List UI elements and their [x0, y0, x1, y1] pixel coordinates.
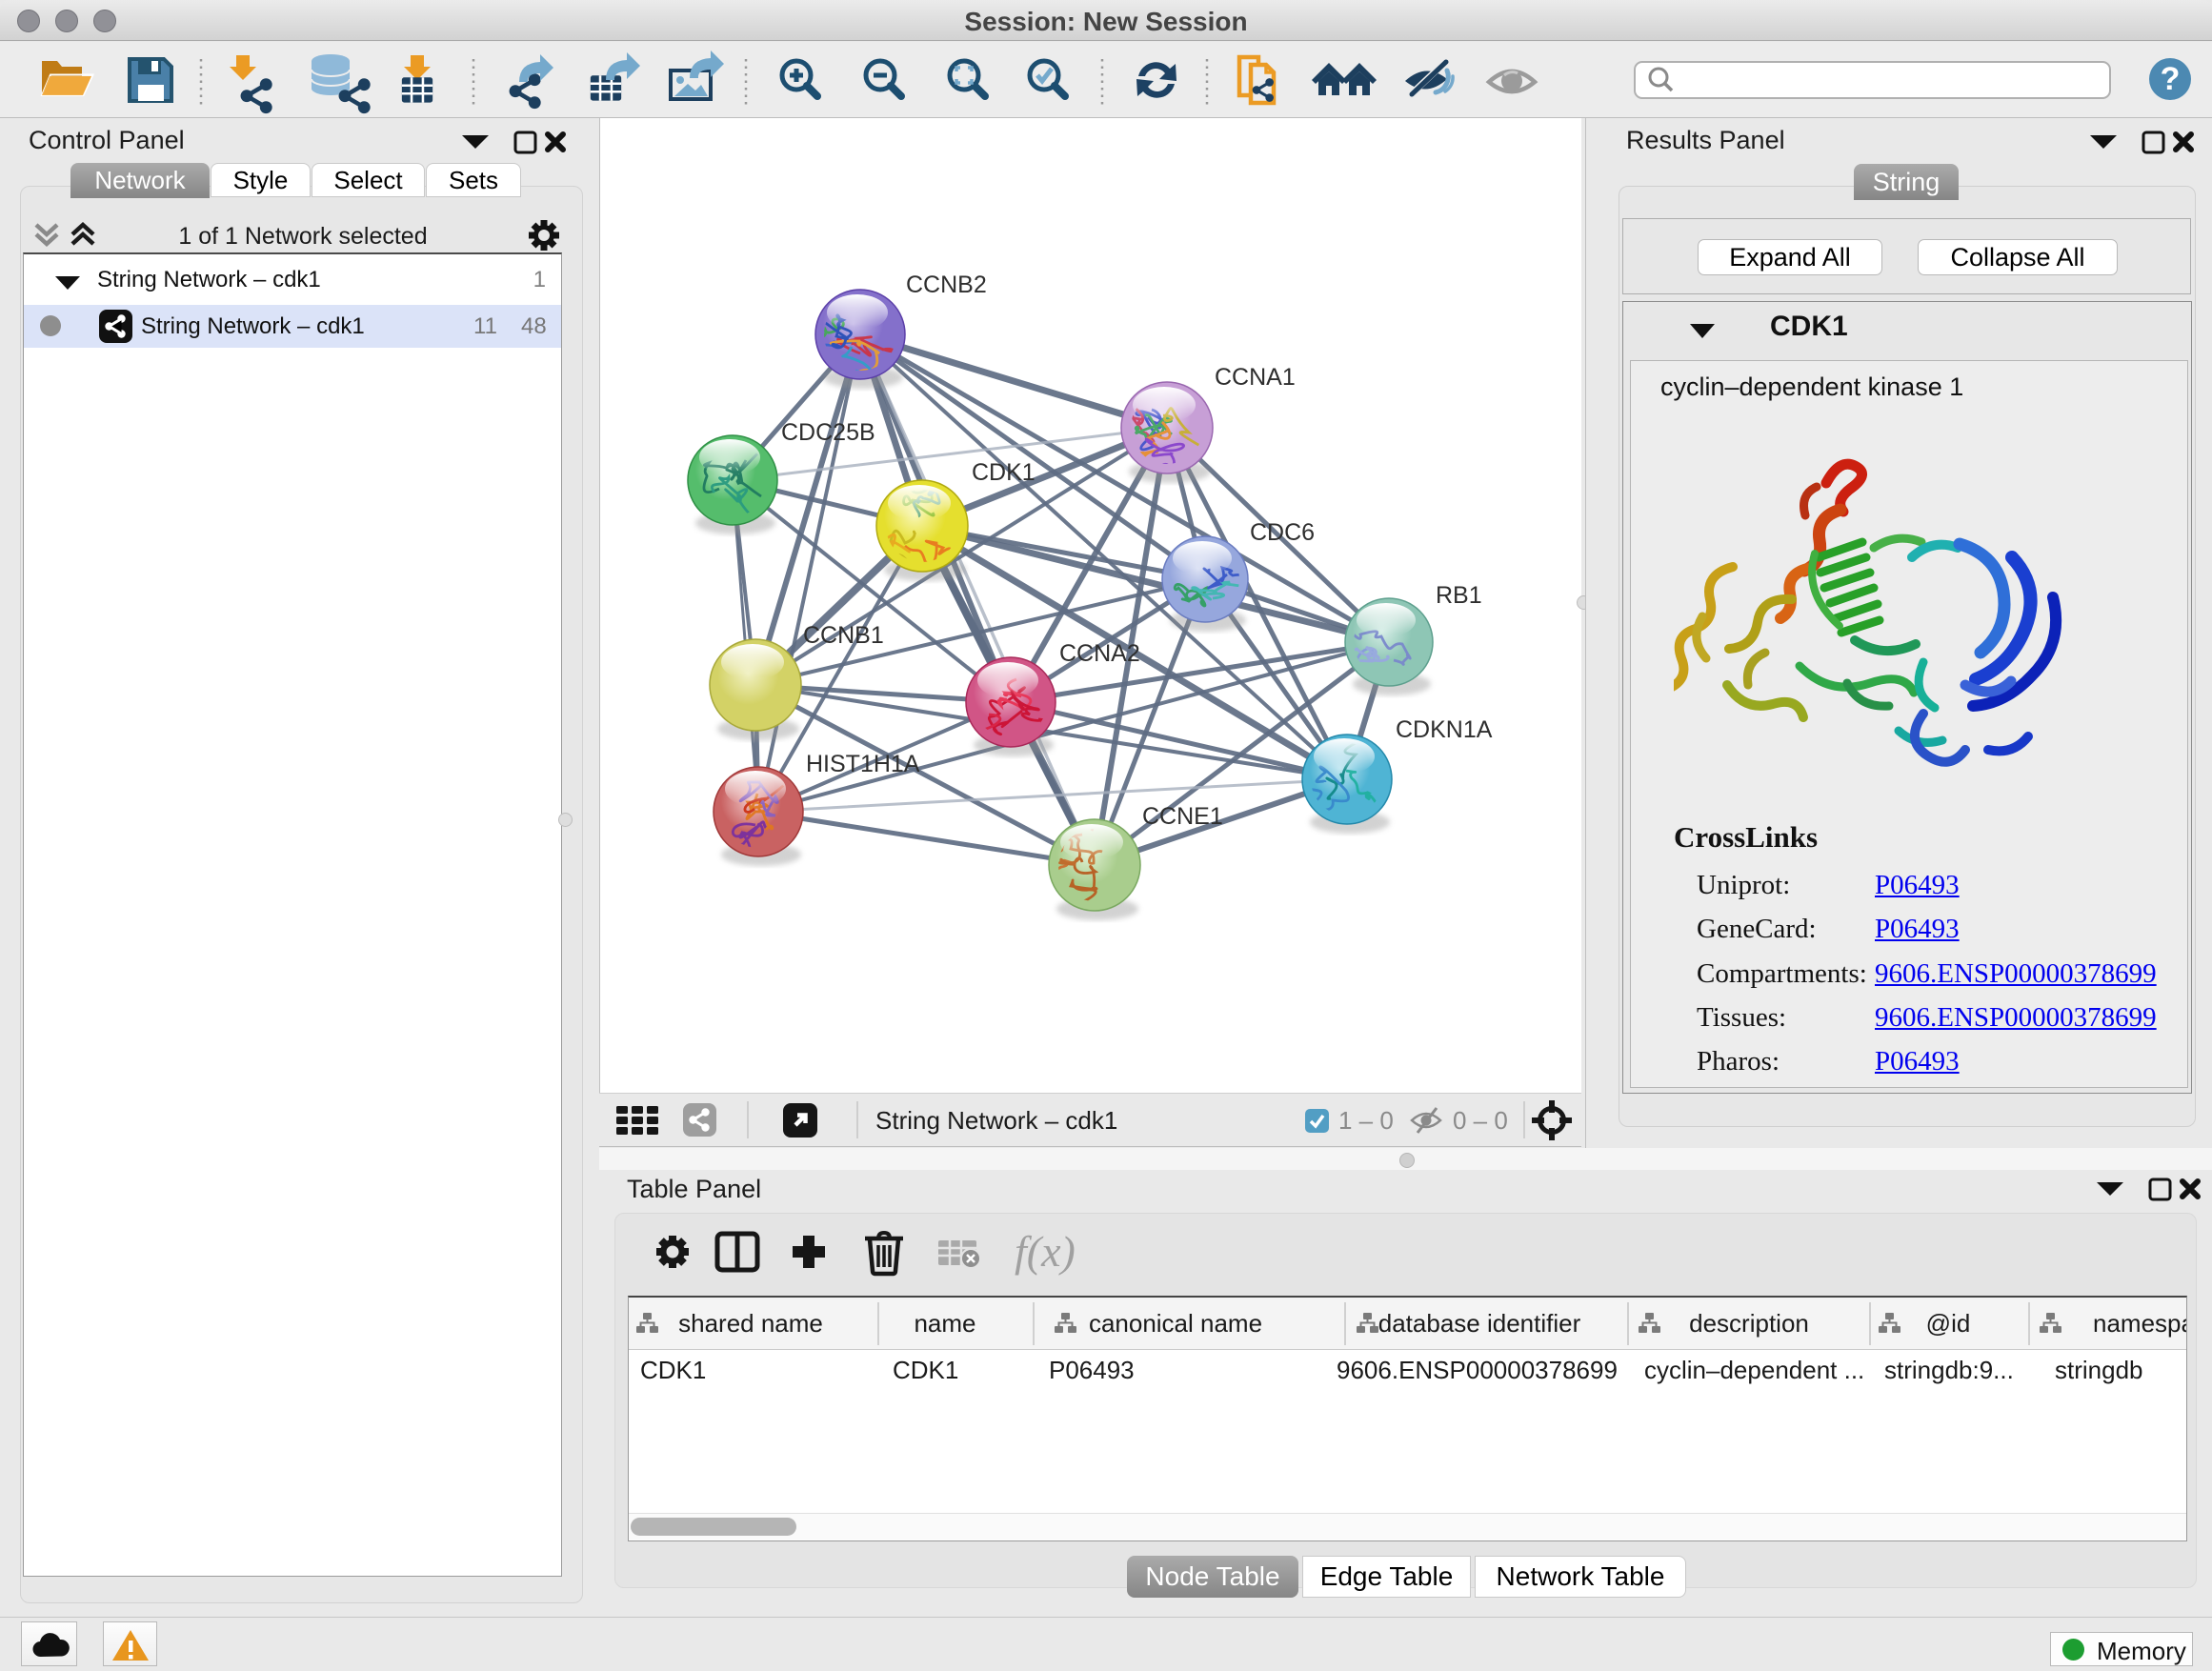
svg-text:0 – 0: 0 – 0: [1453, 1106, 1508, 1135]
svg-text:@id: @id: [1926, 1309, 1971, 1338]
svg-text:canonical name: canonical name: [1089, 1309, 1262, 1338]
svg-text:CCNB1: CCNB1: [803, 622, 884, 649]
svg-text:description: description: [1689, 1309, 1809, 1338]
svg-text:stringdb: stringdb: [2055, 1356, 2143, 1384]
svg-text:CDC6: CDC6: [1250, 519, 1315, 546]
svg-text:CCNE1: CCNE1: [1142, 803, 1223, 830]
svg-text:CCNB2: CCNB2: [906, 272, 987, 298]
svg-text:HIST1H1A: HIST1H1A: [806, 751, 920, 777]
svg-text:CDC25B: CDC25B: [781, 419, 875, 446]
svg-text:cyclin–dependent ...: cyclin–dependent ...: [1644, 1356, 1864, 1384]
svg-text:?: ?: [2161, 61, 2181, 97]
svg-text:CDK1: CDK1: [640, 1356, 706, 1384]
svg-text:CDK1: CDK1: [893, 1356, 958, 1384]
svg-text:1 – 0: 1 – 0: [1338, 1106, 1394, 1135]
svg-text:CCNA2: CCNA2: [1059, 640, 1140, 667]
svg-text:CCNA1: CCNA1: [1215, 364, 1296, 391]
svg-text:9606.ENSP00000378699: 9606.ENSP00000378699: [1337, 1356, 1618, 1384]
svg-text:f(x): f(x): [1015, 1227, 1076, 1276]
svg-text:RB1: RB1: [1436, 582, 1482, 609]
svg-text:database identifier: database identifier: [1378, 1309, 1581, 1338]
svg-text:String Network – cdk1: String Network – cdk1: [875, 1106, 1117, 1135]
svg-text:name: name: [914, 1309, 975, 1338]
svg-text:namespace: namespace: [2093, 1309, 2186, 1338]
svg-text:CDKN1A: CDKN1A: [1396, 716, 1493, 743]
svg-text:shared name: shared name: [678, 1309, 823, 1338]
svg-text:CDK1: CDK1: [972, 459, 1036, 486]
svg-text:P06493: P06493: [1049, 1356, 1135, 1384]
svg-text:stringdb:9...: stringdb:9...: [1884, 1356, 2014, 1384]
